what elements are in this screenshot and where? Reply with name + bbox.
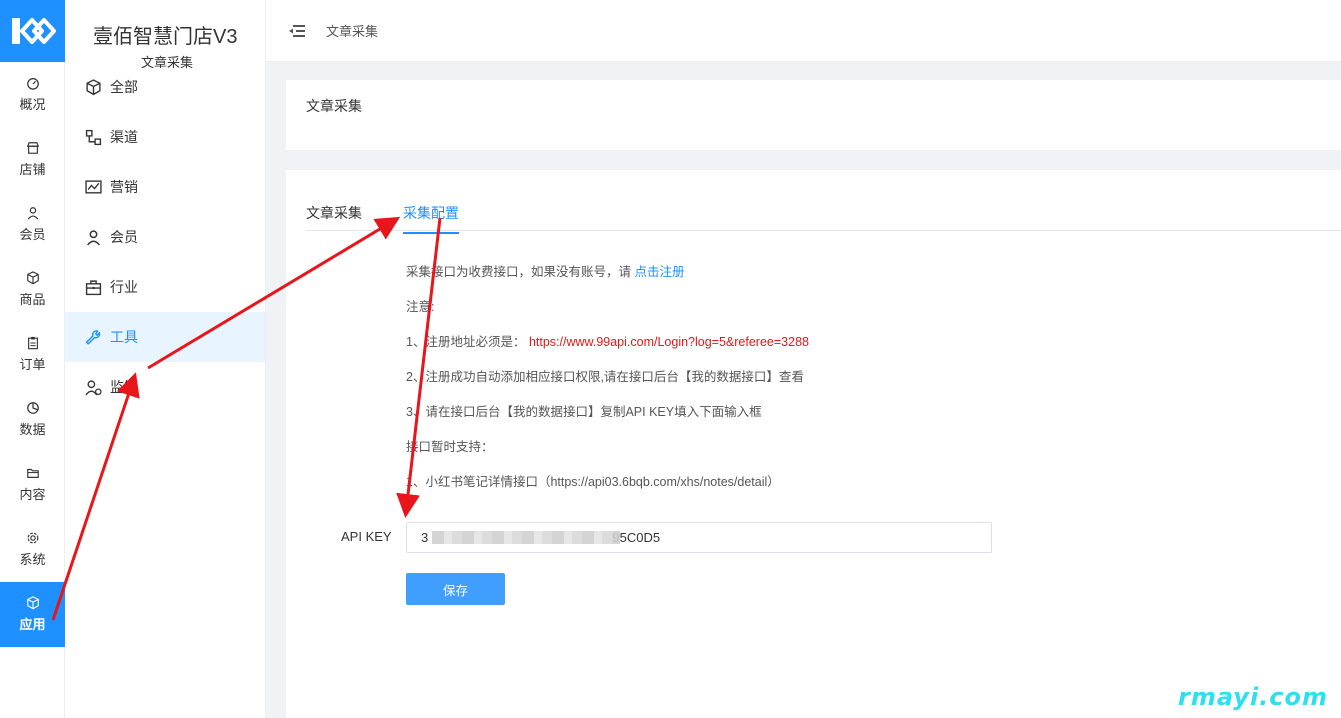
cube-icon xyxy=(86,78,101,95)
rail-item-7[interactable]: 系统 xyxy=(0,517,65,582)
submenu-item-1[interactable]: 渠道 xyxy=(65,112,265,162)
submenu-item-label: 全部 xyxy=(110,79,138,95)
user-icon xyxy=(27,207,38,220)
submenu-item-label: 营销 xyxy=(110,179,138,195)
tab-article-collect[interactable]: 文章采集 xyxy=(306,203,362,232)
cube-icon xyxy=(26,596,39,610)
brand-subtitle: 文章采集 xyxy=(137,52,198,71)
note-copy-key: 3、请在接口后台【我的数据接口】复制API KEY填入下面输入框 xyxy=(406,405,762,419)
tab-bar: 文章采集 采集配置 xyxy=(306,200,1341,234)
page-title: 文章采集 xyxy=(306,98,362,114)
gear-icon xyxy=(27,532,38,544)
logo-icon xyxy=(11,18,56,44)
menu-toggle-button[interactable] xyxy=(288,22,306,40)
note-xhs-api: 1、小红书笔记详情接口（https://api03.6bqb.com/xhs/n… xyxy=(406,475,780,489)
rail-item-label: 数据 xyxy=(19,422,46,437)
top-bar: 文章采集 xyxy=(266,0,1341,62)
app-root: 概况店铺会员商品订单数据内容系统应用 壹佰智慧门店V3 文章采集 全部渠道营销会… xyxy=(0,0,1341,718)
register-url: https://www.99api.com/Login?log=5&refere… xyxy=(528,335,809,349)
pie-chart-icon xyxy=(26,402,39,414)
sidebar-header: 壹佰智慧门店V3 文章采集 xyxy=(65,0,265,71)
config-panel: 文章采集 采集配置 采集接口为收费接口，如果没有账号，请 点击注册 注意: 1、… xyxy=(286,170,1341,718)
save-button[interactable]: 保存 xyxy=(406,573,505,605)
icon-rail: 概况店铺会员商品订单数据内容系统应用 xyxy=(0,0,65,718)
trend-icon xyxy=(85,179,102,194)
store-icon xyxy=(26,142,39,154)
submenu-item-label: 工具 xyxy=(110,329,138,345)
rail-item-label: 商品 xyxy=(19,292,46,307)
rail-item-label: 内容 xyxy=(19,487,46,502)
rail-item-3[interactable]: 商品 xyxy=(0,257,65,322)
users-icon xyxy=(85,379,102,395)
menu-fold-icon xyxy=(289,24,305,37)
rail-item-8[interactable]: 应用 xyxy=(0,582,65,647)
rail-item-4[interactable]: 订单 xyxy=(0,322,65,387)
note-permission: 2、注册成功自动添加相应接口权限,请在接口后台【我的数据接口】查看 xyxy=(406,370,804,384)
wrench-icon xyxy=(85,329,101,345)
api-key-label: API KEY xyxy=(341,529,392,544)
submenu-item-4[interactable]: 行业 xyxy=(65,262,265,312)
rail-item-5[interactable]: 数据 xyxy=(0,387,65,452)
rail-item-label: 应用 xyxy=(19,617,46,632)
clipboard-icon xyxy=(27,336,38,350)
submenu-item-label: 行业 xyxy=(110,279,138,295)
submenu-item-label: 会员 xyxy=(110,229,138,245)
submenu-item-label: 渠道 xyxy=(110,129,138,145)
secondary-sidebar: 壹佰智慧门店V3 文章采集 全部渠道营销会员行业工具监管 xyxy=(65,0,266,718)
page-header-panel: 文章采集 xyxy=(286,80,1341,150)
note-charge-text: 采集接口为收费接口，如果没有账号，请 xyxy=(406,265,635,279)
rail-item-label: 会员 xyxy=(19,227,46,242)
box-icon xyxy=(26,271,39,285)
rail-item-2[interactable]: 会员 xyxy=(0,192,65,257)
dashboard-icon xyxy=(26,78,39,90)
rail-item-label: 系统 xyxy=(19,552,46,567)
user-icon xyxy=(87,229,100,245)
breadcrumb[interactable]: 文章采集 xyxy=(326,21,378,40)
submenu-item-5[interactable]: 工具 xyxy=(65,312,265,362)
rail-item-1[interactable]: 店铺 xyxy=(0,127,65,192)
note-attention: 注意: xyxy=(406,300,435,314)
submenu-item-3[interactable]: 会员 xyxy=(65,212,265,262)
note-charge: 采集接口为收费接口，如果没有账号，请 点击注册 xyxy=(406,261,685,280)
register-link[interactable]: 点击注册 xyxy=(634,265,684,279)
tab-collect-config[interactable]: 采集配置 xyxy=(403,203,459,234)
rail-item-label: 店铺 xyxy=(19,162,46,177)
submenu-item-6[interactable]: 监管 xyxy=(65,362,265,412)
watermark: rmayi.com xyxy=(1178,683,1329,711)
rail-item-6[interactable]: 内容 xyxy=(0,452,65,517)
rail-item-0[interactable]: 概况 xyxy=(0,62,65,127)
briefcase-icon xyxy=(85,279,102,295)
submenu-item-label: 监管 xyxy=(110,379,138,395)
logo[interactable] xyxy=(0,0,65,62)
rail-item-label: 概况 xyxy=(19,97,46,112)
brand-title: 壹佰智慧门店V3 xyxy=(93,26,238,48)
folder-icon xyxy=(26,468,39,478)
submenu-item-2[interactable]: 营销 xyxy=(65,162,265,212)
note-register-text: 1、注册地址必须是： xyxy=(406,335,529,349)
note-register-url: 1、注册地址必须是： https://www.99api.com/Login?l… xyxy=(406,331,809,350)
rail-item-label: 订单 xyxy=(19,357,46,372)
note-support: 接口暂时支持： xyxy=(406,440,494,454)
channel-icon xyxy=(85,129,102,145)
redacted-key-mask xyxy=(432,531,620,544)
